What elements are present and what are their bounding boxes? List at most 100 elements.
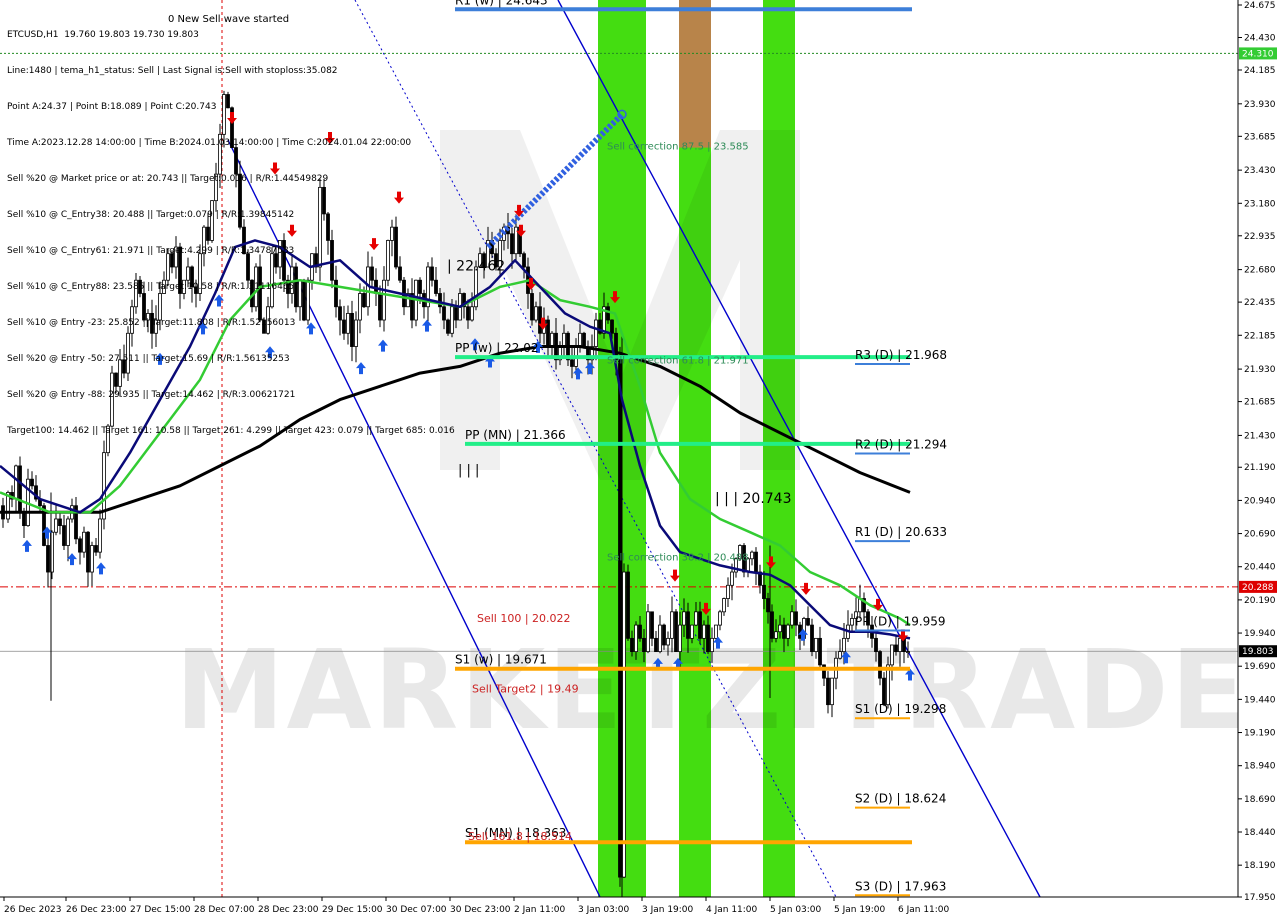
candle-body bbox=[578, 332, 582, 347]
candle-body bbox=[582, 332, 586, 347]
y-tick-label: 19.190 bbox=[1244, 729, 1276, 739]
candle-body bbox=[530, 293, 534, 321]
y-tick-label: 23.930 bbox=[1244, 100, 1276, 110]
candle-body bbox=[782, 624, 786, 639]
candle-body bbox=[638, 624, 642, 639]
candle-body bbox=[810, 624, 814, 653]
candle-body bbox=[510, 233, 514, 255]
y-tick-label: 23.685 bbox=[1244, 132, 1276, 142]
candle-body bbox=[46, 545, 50, 573]
y-tick-label: 20.690 bbox=[1244, 530, 1276, 540]
candle-body bbox=[718, 611, 722, 626]
candle-body bbox=[86, 531, 90, 573]
chart-annotation: | | | 20.743 bbox=[715, 491, 792, 507]
candle-body bbox=[658, 624, 662, 653]
current-price-tag-text: 19.803 bbox=[1242, 647, 1274, 657]
candle-body bbox=[454, 306, 458, 321]
candle-body bbox=[618, 359, 622, 878]
y-tick-label: 19.690 bbox=[1244, 662, 1276, 672]
y-tick-label: 22.435 bbox=[1244, 298, 1276, 308]
x-tick-label: 4 Jan 11:00 bbox=[706, 905, 758, 915]
info-line: Sell %10 @ C_Entry61: 21.971 || Target:4… bbox=[7, 246, 295, 256]
pivot-label: PP (MN) | 21.366 bbox=[465, 428, 566, 442]
candle-body bbox=[694, 611, 698, 626]
candle-body bbox=[690, 624, 694, 639]
candle-body bbox=[698, 611, 702, 639]
info-line: Sell %10 @ C_Entry38: 20.488 || Target:0… bbox=[7, 210, 295, 220]
y-tick-label: 24.430 bbox=[1244, 33, 1276, 43]
chart-annotation: | 22.462 bbox=[447, 259, 505, 275]
y-tick-label: 22.935 bbox=[1244, 232, 1276, 242]
candle-body bbox=[30, 478, 34, 487]
x-tick-label: 29 Dec 15:00 bbox=[322, 905, 383, 915]
candle-body bbox=[534, 306, 538, 321]
candle-body bbox=[470, 306, 474, 321]
pivot-label: R1 (w) | 24.643 bbox=[455, 0, 548, 7]
x-tick-label: 3 Jan 03:00 bbox=[578, 905, 630, 915]
info-line: Sell %20 @ Entry -50: 27.511 || Target:1… bbox=[7, 354, 290, 364]
candle-body bbox=[750, 551, 754, 560]
candle-body bbox=[786, 624, 790, 639]
wave-status-label: 0 New Sell wave started bbox=[168, 14, 290, 25]
pivot-label: S3 (D) | 17.963 bbox=[855, 879, 946, 893]
x-tick-label: 30 Dec 07:00 bbox=[386, 905, 447, 915]
candle-body bbox=[818, 637, 822, 666]
candle-body bbox=[826, 677, 830, 706]
x-tick-label: 28 Dec 07:00 bbox=[194, 905, 255, 915]
chart-annotation: Sell Target2 | 19.49 bbox=[472, 683, 579, 696]
candle-body bbox=[794, 611, 798, 626]
candle-body bbox=[722, 598, 726, 613]
trading-chart[interactable]: MARKETZITRADE PP (w) | 22.02 PP (MN) | 21… bbox=[0, 0, 1280, 920]
candle-body bbox=[778, 624, 782, 633]
y-tick-label: 20.440 bbox=[1244, 563, 1276, 573]
candle-body bbox=[78, 538, 82, 553]
pivot-label: R2 (D) | 21.294 bbox=[855, 437, 947, 451]
candle-body bbox=[670, 611, 674, 639]
y-tick-label: 18.190 bbox=[1244, 861, 1276, 871]
y-tick-label: 24.185 bbox=[1244, 66, 1276, 76]
y-tick-label: 22.680 bbox=[1244, 266, 1276, 276]
y-tick-label: 19.940 bbox=[1244, 629, 1276, 639]
candle-body bbox=[622, 571, 626, 878]
x-tick-label: 26 Dec 2023 bbox=[4, 905, 62, 915]
candle-body bbox=[678, 624, 682, 653]
candle-body bbox=[766, 598, 770, 613]
y-tick-label: 23.430 bbox=[1244, 166, 1276, 176]
candle-body bbox=[606, 306, 610, 321]
candle-body bbox=[550, 332, 554, 347]
x-tick-label: 28 Dec 23:00 bbox=[258, 905, 319, 915]
candle-body bbox=[882, 677, 886, 706]
candle-body bbox=[830, 677, 834, 706]
candle-body bbox=[774, 631, 778, 639]
y-tick-label: 20.190 bbox=[1244, 596, 1276, 606]
pivot-label: PP (w) | 22.02 bbox=[455, 341, 539, 355]
info-line: Sell %20 @ Entry -88: 29.935 || Target:1… bbox=[7, 390, 296, 400]
candle-body bbox=[594, 319, 598, 347]
chart-annotation: | | | bbox=[458, 463, 479, 478]
y-tick-label: 18.690 bbox=[1244, 795, 1276, 805]
candle-body bbox=[706, 624, 710, 653]
info-line: Sell %10 @ Entry -23: 25.852 || Target:1… bbox=[7, 318, 296, 328]
y-tick-label: 20.940 bbox=[1244, 496, 1276, 506]
candle-body bbox=[570, 359, 574, 367]
y-tick-label: 18.940 bbox=[1244, 762, 1276, 772]
x-tick-label: 5 Jan 19:00 bbox=[834, 905, 886, 915]
y-tick-label: 21.430 bbox=[1244, 431, 1276, 441]
candle-body bbox=[62, 525, 66, 546]
candle-body bbox=[666, 637, 670, 646]
chart-annotation: Sell correction 87.5 | 23.585 bbox=[607, 142, 749, 153]
y-tick-label: 21.685 bbox=[1244, 398, 1276, 408]
time-band bbox=[679, 0, 711, 148]
candle-body bbox=[650, 611, 654, 639]
y-tick-label: 22.185 bbox=[1244, 331, 1276, 341]
pivot-label: R1 (D) | 20.633 bbox=[855, 525, 947, 539]
candle-body bbox=[714, 624, 718, 639]
candle-body bbox=[626, 571, 630, 639]
candle-body bbox=[674, 611, 678, 653]
red-level-tag-text: 20.288 bbox=[1242, 583, 1274, 593]
candle-body bbox=[790, 611, 794, 626]
candle-body bbox=[702, 624, 706, 639]
candle-body bbox=[522, 253, 526, 268]
info-line: Point A:24.37 | Point B:18.089 | Point C… bbox=[7, 102, 217, 112]
pivot-label: PP (D) | 19.959 bbox=[855, 615, 946, 629]
